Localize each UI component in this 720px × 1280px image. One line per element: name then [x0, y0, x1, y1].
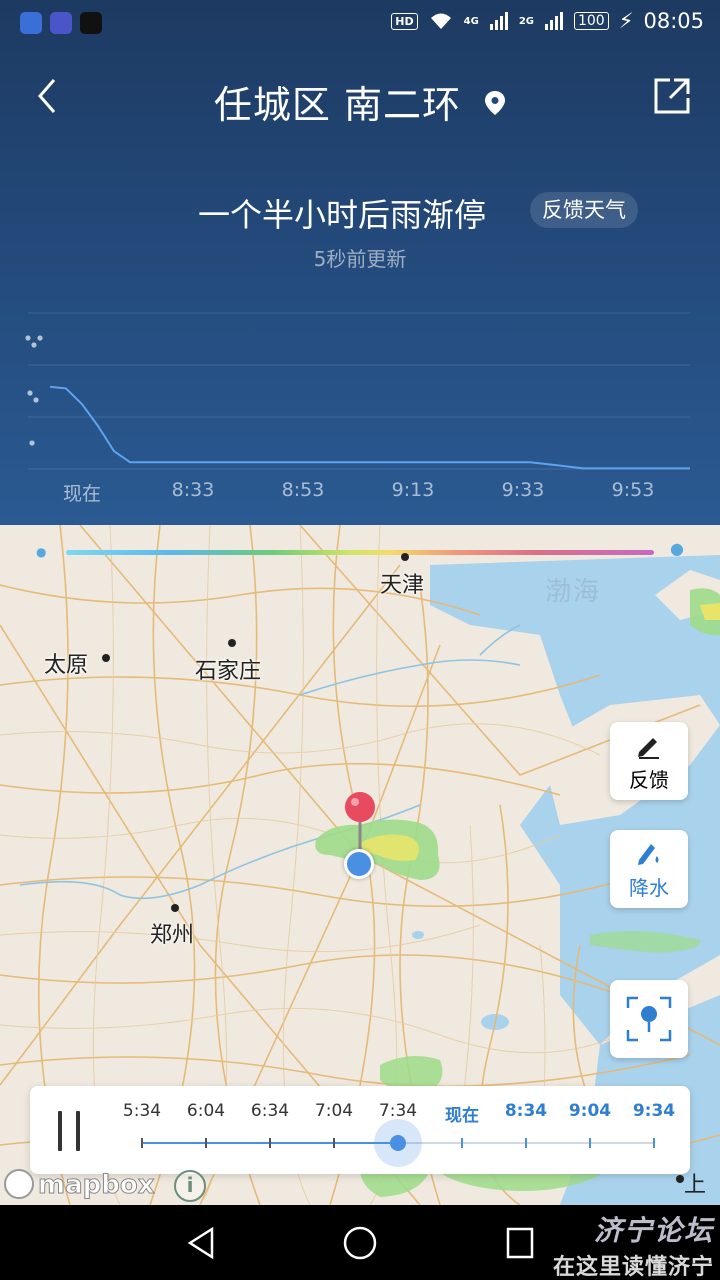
feedback-weather-button[interactable]: 反馈天气 [530, 192, 638, 228]
forum-watermark: 济宁论坛 在这里读懂济宁 [553, 1209, 714, 1280]
city-label-taiyuan: 太原 [44, 653, 89, 678]
moderate-rain-icon [27, 390, 39, 403]
share-out-icon [654, 78, 690, 114]
city-dot-tianjin [401, 553, 409, 561]
nav-recents-button[interactable] [500, 1223, 540, 1263]
location-name: 任城区 南二环 [213, 83, 461, 127]
precipitation-legend-bar [66, 550, 654, 555]
city-dot-shijiazhuang [228, 639, 236, 647]
locate-me-button[interactable] [610, 980, 688, 1058]
weather-panel: HD 4G 2G 100 ⚡ 08:05 任城区 南二环 一个半小时后雨渐停 反… [0, 0, 720, 525]
mapbox-wordmark: mapbox [38, 1170, 155, 1201]
chart-x-tick-label: 9:53 [611, 479, 655, 501]
timeline-tick [205, 1138, 207, 1148]
timeline-tick [461, 1138, 463, 1148]
charging-icon: ⚡ [618, 9, 634, 33]
chart-x-tick-label: 现在 [62, 483, 102, 505]
timeline-tick [269, 1138, 271, 1148]
status-bar: HD 4G 2G 100 ⚡ 08:05 [0, 0, 720, 48]
current-location-dot [344, 849, 374, 879]
app-notification-icon [50, 12, 72, 34]
watermark-line-1: 济宁论坛 [593, 1214, 714, 1247]
update-time: 5秒前更新 [313, 247, 407, 271]
city-dot-zhengzhou [171, 904, 179, 912]
timeline-tick [141, 1138, 143, 1148]
map-feedback-button[interactable]: 反馈 [610, 722, 688, 800]
city-label-shanghai: 上海 [684, 1173, 707, 1198]
precipitation-brush-icon [638, 844, 659, 865]
nav-home-icon [343, 1226, 377, 1260]
mapbox-logo[interactable]: mapbox [4, 1169, 155, 1203]
nav-back-button[interactable] [182, 1223, 222, 1263]
tiktok-app-icon [80, 12, 102, 34]
heavy-rain-icon: ● [670, 539, 684, 558]
map-location-pin-icon [345, 792, 375, 851]
city-dot-taiyuan [102, 654, 110, 662]
baidu-app-icon [20, 12, 42, 34]
map-info-button[interactable]: i [174, 1170, 206, 1202]
sea-label-bohai: 渤海 [545, 577, 602, 607]
network-4g: 4G [463, 15, 479, 27]
signal-icon [489, 12, 508, 30]
timeline-label[interactable]: 6:34 [251, 1101, 289, 1121]
map-precipitation-label: 降水 [629, 876, 669, 900]
chart-x-tick-label: 8:53 [281, 479, 325, 501]
location-title[interactable]: 任城区 南二环 [0, 74, 720, 129]
chart-x-tick-label: 9:33 [501, 479, 545, 501]
nav-back-icon [187, 1226, 214, 1260]
watermark-line-2: 在这里读懂济宁 [552, 1255, 714, 1280]
share-button[interactable] [652, 76, 692, 116]
timeline-labels: 5:34 6:04 6:34 7:04 7:34 现在 8:34 9:04 9:34 [30, 1101, 690, 1126]
status-app-icons [20, 12, 102, 34]
city-label-zhengzhou: 郑州 [150, 923, 195, 948]
rain-level-icons [25, 335, 43, 446]
timeline-tick [333, 1138, 335, 1148]
chart-grid [28, 312, 690, 470]
timeline-tick [653, 1138, 655, 1148]
timeline-label[interactable]: 5:34 [123, 1101, 161, 1121]
timeline-label[interactable]: 9:34 [633, 1101, 675, 1121]
timeline-label[interactable]: 8:34 [505, 1101, 547, 1121]
map-feedback-label: 反馈 [629, 768, 669, 792]
timeline-label[interactable]: 7:34 [379, 1101, 417, 1121]
mapbox-ring-icon [4, 1169, 34, 1199]
status-time: 08:05 [643, 9, 704, 33]
status-indicators: HD 4G 2G 100 ⚡ 08:05 [391, 9, 704, 33]
forecast-headline: 一个半小时后雨渐停 [198, 196, 487, 234]
map-precipitation-button[interactable]: 降水 [610, 830, 688, 908]
timeline-tick [525, 1138, 527, 1148]
nav-home-button[interactable] [340, 1223, 380, 1263]
timeline-track[interactable] [141, 1119, 655, 1167]
light-rain-icon [29, 440, 35, 446]
chart-x-tick-label: 9:13 [391, 479, 435, 501]
location-pin-icon [485, 91, 506, 115]
light-rain-icon: ● [36, 545, 47, 559]
chart-x-tick-label: 8:33 [171, 479, 215, 501]
timeline-tick [589, 1138, 591, 1148]
radar-timeline: 5:34 6:04 6:34 7:04 7:34 现在 8:34 9:04 9:34 [30, 1086, 690, 1174]
timeline-label[interactable]: 9:04 [569, 1101, 611, 1121]
city-label-tianjin: 天津 [380, 573, 425, 598]
system-navigation-bar: 济宁论坛 在这里读懂济宁 [0, 1205, 720, 1280]
pencil-icon [638, 738, 659, 759]
precipitation-line [49, 385, 690, 470]
timeline-label[interactable]: 6:04 [187, 1101, 225, 1121]
city-dot-shanghai [676, 1175, 684, 1183]
timeline-knob[interactable] [390, 1135, 406, 1151]
locate-icon [626, 996, 672, 1042]
city-label-shijiazhuang: 石家庄 [195, 659, 262, 684]
radar-map[interactable]: ● ● 渤海 天津 太原 石家庄 郑州 反馈 降水 5:34 6:04 6:34… [0, 525, 720, 1205]
chart-time-axis: 现在 8:33 8:53 9:13 9:33 9:53 [0, 479, 720, 509]
battery-level: 100 [573, 12, 609, 30]
nav-recents-icon [506, 1227, 534, 1259]
hd-badge: HD [391, 12, 418, 30]
signal-icon-2 [544, 12, 563, 30]
wifi-icon [430, 13, 451, 29]
network-2g: 2G [518, 15, 534, 27]
heavy-rain-icon [25, 335, 43, 348]
timeline-label[interactable]: 7:04 [315, 1101, 353, 1121]
timeline-label[interactable]: 现在 [445, 1101, 479, 1126]
